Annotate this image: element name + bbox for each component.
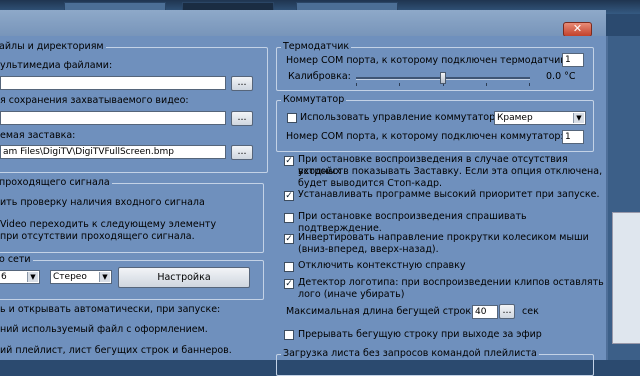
net-group-title: о сети — [0, 254, 33, 265]
switcher-model-value: Крамер — [497, 113, 533, 123]
screensaver-path-field[interactable]: am Files\DigiTV\DigiTVFullScreen.bmp — [0, 145, 226, 159]
slider-tick — [486, 83, 487, 86]
close-icon: ✕ — [572, 22, 583, 35]
close-button[interactable]: ✕ — [563, 22, 592, 37]
screensaver-label: емая заставка: — [0, 130, 76, 141]
thermo-com-field[interactable]: 1 — [562, 53, 584, 67]
switcher-com-label: Номер COM порта, к которому подключен ко… — [286, 131, 564, 142]
option-label: Детектор логотипа: при воспроизведении к… — [298, 277, 604, 288]
media-path-field[interactable] — [0, 76, 226, 90]
option-checkbox[interactable]: ✓ — [284, 156, 294, 166]
signal-skip-label-2: при отсутствии проходящего сигнала. — [0, 231, 195, 242]
option-checkbox[interactable]: ✓ — [284, 191, 294, 201]
thermo-calibration-slider[interactable] — [440, 72, 446, 84]
option-label: лого (иначе убирать) — [298, 289, 405, 300]
option-checkbox[interactable] — [284, 262, 294, 272]
option-checkbox[interactable] — [284, 213, 294, 223]
thermo-com-label: Номер COM порта, к которому подключен те… — [286, 55, 570, 66]
net-left-select[interactable]: 6 ▼ — [0, 270, 40, 284]
ticker-interrupt-checkbox[interactable] — [284, 330, 294, 340]
chevron-down-icon: ▼ — [99, 272, 110, 282]
capture-browse-button[interactable]: ... — [231, 111, 253, 126]
settings-button[interactable]: Настройка — [118, 267, 250, 288]
media-label: ультимедиа файлами: — [0, 60, 113, 71]
ticker-maxlen-browse-button[interactable]: ... — [499, 304, 515, 319]
ticker-unit: сек — [522, 306, 539, 317]
playlist-load-group: Загрузка листа без запросов командой пле… — [276, 348, 594, 376]
option-checkbox[interactable]: ✓ — [284, 234, 294, 244]
signal-skip-label-1: Video переходить к следующему элементу — [0, 219, 217, 230]
net-left-value: 6 — [1, 272, 7, 282]
switcher-use-label: Использовать управление коммутатором — [300, 112, 509, 123]
autoload-playlist-label: ий плейлист, лист бегущих строк и баннер… — [0, 345, 232, 356]
stereo-value: Стерео — [53, 272, 87, 282]
autoload-title: ь и открывать автоматически, при запуске… — [0, 304, 221, 315]
option-label: Устанавливать программе высокий приорите… — [298, 189, 600, 200]
switcher-group: Коммутатор — [276, 94, 594, 152]
thermo-title: Термодатчик — [281, 41, 352, 52]
ticker-maxlen-label: Максимальная длина бегущей строки: — [286, 306, 481, 317]
capture-path-field[interactable] — [0, 111, 226, 125]
files-group-title: айлы и директориям — [0, 41, 106, 52]
option-label: Отключить контекстную справку — [298, 260, 466, 271]
thermo-group: Термодатчик — [276, 41, 594, 91]
chevron-down-icon: ▼ — [27, 272, 38, 282]
background-pane — [612, 212, 640, 344]
stereo-select[interactable]: Стерео ▼ — [50, 270, 112, 284]
screensaver-browse-button[interactable]: ... — [231, 145, 253, 160]
slider-tick — [529, 83, 530, 86]
option-label: Инвертировать направление прокрутки коле… — [298, 232, 589, 243]
option-checkbox[interactable]: ✓ — [284, 279, 294, 289]
thermo-calibration-value: 0.0 °C — [546, 71, 576, 82]
switcher-use-checkbox[interactable] — [287, 113, 297, 123]
switcher-model-select[interactable]: Крамер ▼ — [494, 111, 586, 125]
option-label: (вниз-вперед, вверх-назад). — [298, 244, 439, 255]
thermo-calibration-label: Калибровка: — [288, 71, 351, 82]
ticker-interrupt-label: Прерывать бегущую строку при выходе за э… — [298, 329, 542, 340]
media-browse-button[interactable]: ... — [231, 76, 253, 91]
signal-group-title: проходящего сигнала — [0, 177, 112, 188]
settings-dialog: айлы и директориям ультимедиа файлами: .… — [0, 36, 608, 376]
option-label: устройств показывать Заставку. Если эта … — [298, 166, 603, 177]
playlist-load-title: Загрузка листа без запросов командой пле… — [281, 348, 539, 359]
slider-tick — [399, 83, 400, 86]
background-window — [608, 36, 640, 360]
switcher-title: Коммутатор — [281, 94, 347, 105]
dialog-titlebar[interactable]: ✕ — [0, 10, 606, 37]
capture-label: я сохранения захватываемого видео: — [0, 95, 189, 106]
signal-check-label: ить проверку наличия входного сигнала — [0, 197, 205, 208]
switcher-com-field[interactable]: 1 — [562, 130, 584, 144]
slider-tick — [356, 83, 357, 86]
chevron-down-icon: ▼ — [573, 113, 584, 123]
autoload-layout-label: ний используемый файл с оформлением. — [0, 324, 208, 335]
ticker-maxlen-field[interactable]: 40 — [472, 305, 498, 319]
